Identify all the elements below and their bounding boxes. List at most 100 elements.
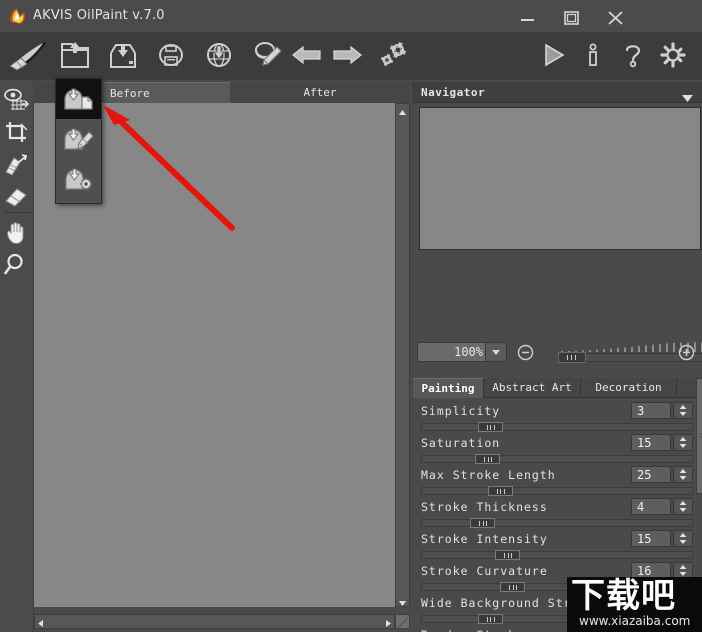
chevron-down-icon[interactable] [681,88,694,107]
watermark-url: www.xiazaiba.com [579,614,691,628]
save-image-icon[interactable] [103,37,143,75]
parameter-slider-handle[interactable] [477,614,503,624]
flyout-item-load-edit[interactable] [56,119,101,159]
scroll-right-arrow-icon[interactable] [382,615,394,628]
zoom-in-circle-icon[interactable] [678,344,695,361]
watermark: 下载吧 www.xiazaiba.com [567,577,702,632]
minimize-button[interactable] [512,8,542,26]
parameter-spinner[interactable] [673,402,693,419]
parameter-slider-track[interactable] [421,487,693,495]
zoom-magnifier-icon [4,253,23,275]
brush-logo-icon[interactable] [5,37,46,75]
parameter-slider-track[interactable] [421,519,693,527]
parameter-value: 25 [637,468,652,482]
batch-gears-icon[interactable] [372,37,412,75]
eraser-icon [5,188,27,207]
print-image-icon[interactable] [151,37,191,75]
sidebar-tool-hand[interactable] [0,216,33,248]
sidebar-tool-smudge[interactable] [0,148,33,180]
parameter-value-field[interactable]: 15 [631,530,671,547]
sidebar-tool-quick-preview[interactable] [0,84,33,116]
flyout-item-load-image[interactable] [56,79,101,119]
parameter-slider-handle[interactable] [500,582,526,592]
parameter-spinner[interactable] [673,498,693,515]
parameter-row: Stroke Thickness 4 [412,498,702,530]
main-toolbar [0,32,702,80]
settings-scrollbar-thumb[interactable] [696,378,702,494]
parameter-slider-handle[interactable] [477,422,503,432]
navigator-preview[interactable] [419,107,701,250]
parameter-slider-track[interactable] [421,455,693,463]
publish-web-icon[interactable] [199,37,239,75]
parameter-value: 3 [637,404,645,418]
sidebar-tool-crop[interactable] [0,116,33,148]
redo-arrow-icon[interactable] [327,37,367,75]
run-play-icon[interactable] [533,37,573,75]
preferences-gear-icon[interactable] [653,37,693,75]
parameter-label: Stroke Thickness [421,500,548,514]
navigator-title: Navigator [421,86,486,99]
parameter-value-field[interactable]: 15 [631,434,671,451]
tab-before[interactable]: Before [100,82,241,104]
parameter-label: Stroke Curvature [421,564,548,578]
smudge-brush-icon [5,154,28,176]
parameter-label: Stroke Intensity [421,532,548,546]
parameter-slider-handle[interactable] [495,550,521,560]
parameter-slider-handle[interactable] [470,518,496,528]
settings-tabs: Painting Abstract Art Decoration [412,378,702,398]
scroll-left-arrow-icon[interactable] [35,615,47,628]
canvas-horizontal-scrollbar[interactable] [34,614,395,629]
title-bar: AKVIS OilPaint v.7.0 [0,0,702,33]
undo-arrow-icon[interactable] [287,37,327,75]
application-window: AKVIS OilPaint v.7.0 Before After Naviga… [0,0,702,632]
canvas-vertical-scrollbar[interactable] [395,103,410,607]
scroll-up-arrow-icon[interactable] [396,104,409,116]
parameter-spinner[interactable] [673,466,693,483]
scroll-down-arrow-icon[interactable] [396,594,409,606]
tab-painting[interactable]: Painting [413,378,484,398]
load-image-icon [63,88,93,110]
parameter-spinner[interactable] [673,530,693,547]
load-settings-icon [64,168,92,190]
parameter-value-field[interactable]: 4 [631,498,671,515]
right-panel: Navigator 100% Painting Abstract Art Dec… [412,82,702,632]
hand-icon [7,222,24,245]
zoom-dropdown-button[interactable] [485,342,507,362]
tab-abstract-art[interactable]: Abstract Art [484,378,581,398]
parameter-label: Max Stroke Length [421,468,556,482]
parameter-slider-handle[interactable] [487,486,513,496]
sidebar-tool-zoom[interactable] [0,248,33,280]
zoom-slider-handle[interactable] [558,352,586,363]
parameter-value-field[interactable]: 3 [631,402,671,419]
tab-decoration[interactable]: Decoration [581,378,677,398]
parameter-slider-handle[interactable] [475,454,501,464]
watermark-text: 下载吧 [571,576,676,616]
parameter-value-field[interactable]: 25 [631,466,671,483]
tab-after[interactable]: After [230,82,410,104]
parameter-label: Random Strokes [421,628,532,632]
parameter-row: Simplicity 3 [412,402,702,434]
zoom-out-circle-icon[interactable] [517,344,534,361]
flyout-item-load-settings[interactable] [56,159,101,199]
info-icon[interactable] [573,37,613,75]
tool-sidebar [0,80,34,632]
tool-separator [3,212,30,213]
parameter-value: 4 [637,500,645,514]
parameter-row: Saturation 15 [412,434,702,466]
maximize-button[interactable] [556,8,586,26]
resize-grip-icon[interactable] [395,614,410,630]
edit-preset-icon[interactable] [247,37,287,75]
parameter-label: Saturation [421,436,501,450]
parameter-value: 15 [637,532,652,546]
parameter-spinner[interactable] [673,434,693,451]
parameter-slider-track[interactable] [421,423,693,431]
open-image-icon[interactable] [55,37,95,75]
help-question-icon[interactable] [613,37,653,75]
sidebar-tool-eraser[interactable] [0,180,33,212]
parameter-label: Simplicity [421,404,501,418]
parameter-slider-track[interactable] [421,551,693,559]
close-button[interactable] [600,8,630,26]
navigator-header: Navigator [412,82,702,103]
window-title: AKVIS OilPaint v.7.0 [33,8,165,23]
zoom-value-box[interactable]: 100% [417,342,489,362]
